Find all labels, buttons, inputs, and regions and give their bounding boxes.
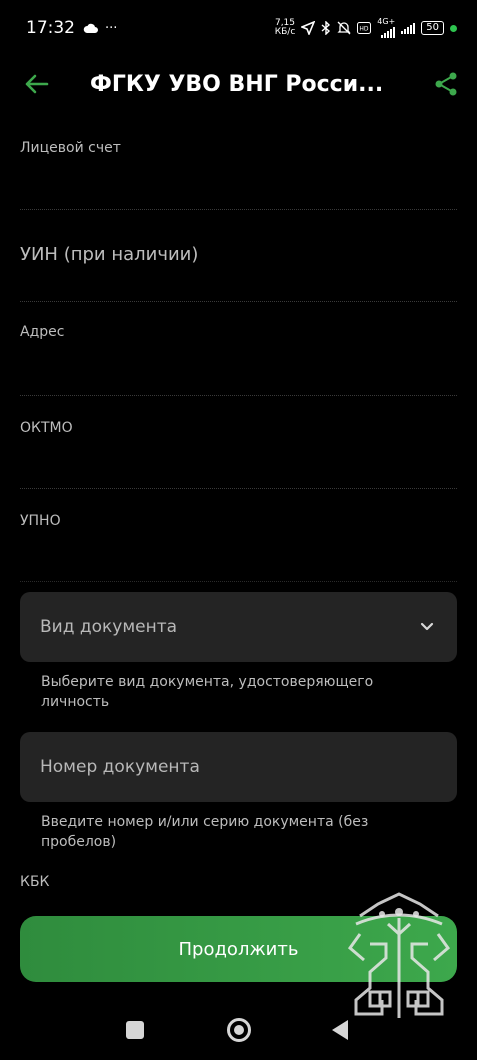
uin-placeholder: УИН (при наличии): [20, 244, 199, 265]
upno-field[interactable]: УПНО: [20, 489, 457, 582]
document-type-placeholder: Вид документа: [40, 617, 178, 637]
signal-icon: [381, 26, 396, 38]
field-label: Лицевой счет: [20, 140, 121, 156]
oktmo-field[interactable]: ОКТМО: [20, 396, 457, 489]
recents-button[interactable]: [126, 1021, 144, 1039]
chevron-down-icon: [420, 622, 434, 631]
field-label: УПНО: [20, 513, 61, 529]
more-dots-icon: ···: [105, 20, 118, 36]
svg-text:HD: HD: [360, 26, 370, 33]
privacy-indicator-dot: [450, 24, 457, 32]
document-type-helper: Выберите вид документа, удостоверяющего …: [41, 674, 374, 710]
network-speed: 7,15 КБ/с: [274, 18, 296, 37]
app-bar: ФГКУ УВО ВНГ Росси...: [0, 56, 477, 112]
mute-icon: [337, 21, 351, 35]
status-time: 17:32: [26, 18, 75, 38]
uin-field[interactable]: УИН (при наличии): [20, 210, 457, 302]
document-number-helper: Введите номер и/или серию документа (без…: [41, 814, 369, 850]
location-icon: [301, 21, 316, 35]
volte-icon: HD: [357, 22, 372, 34]
account-field[interactable]: Лицевой счет: [20, 112, 457, 210]
back-arrow-icon[interactable]: [22, 70, 50, 98]
field-label: ОКТМО: [20, 420, 73, 436]
status-bar: 17:32 ··· 7,15 КБ/с HD 4G+ 50: [0, 0, 477, 56]
bluetooth-icon: [321, 21, 331, 35]
signal-icon-2: [401, 22, 416, 34]
battery-icon: 50: [421, 21, 444, 35]
status-right-icons: 7,15 КБ/с HD 4G+ 50: [275, 18, 457, 38]
address-field[interactable]: Адрес: [20, 302, 457, 396]
cloud-icon: [83, 23, 98, 33]
document-number-placeholder: Номер документа: [40, 757, 200, 777]
network-type: 4G+: [377, 17, 396, 26]
home-button[interactable]: [227, 1018, 251, 1042]
system-nav-bar: [0, 1000, 477, 1060]
field-label: Адрес: [20, 324, 65, 340]
form-content: Лицевой счет УИН (при наличии) Адрес ОКТ…: [20, 112, 457, 890]
document-number-input[interactable]: Номер документа: [20, 732, 457, 802]
page-title: ФГКУ УВО ВНГ Росси...: [90, 71, 384, 97]
document-type-select[interactable]: Вид документа: [20, 592, 457, 662]
system-back-button[interactable]: [332, 1020, 348, 1040]
share-icon[interactable]: [433, 71, 459, 97]
status-left-icons: ···: [83, 21, 117, 36]
